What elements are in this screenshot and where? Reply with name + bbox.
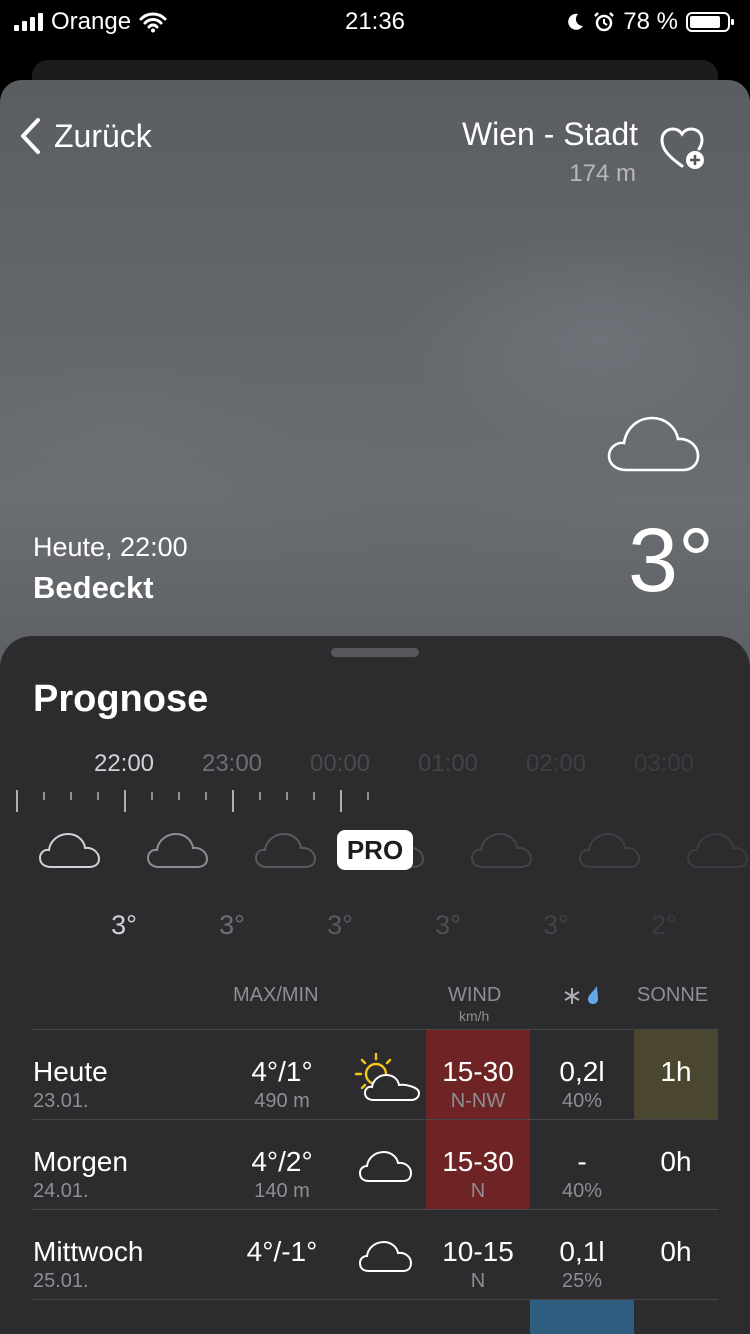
sunshine-hours: 1h [660,1056,692,1087]
wind-direction: N-NW [450,1090,506,1112]
back-label: Zurück [54,117,152,154]
snowline: 490 m [254,1090,310,1112]
wind-direction: N [470,1180,486,1202]
day-date: 23.01. [33,1090,89,1112]
day-name: Mittwoch [33,1236,144,1267]
hour-label: 23:00 [201,750,263,777]
timeline-tick [124,790,126,812]
weather-hero: Zurück Wien - Stadt 174 m Heute, 22:00 B… [0,80,750,680]
table-row[interactable]: Heute 23.01. 4°/1° 490 m 15-30 N-NW 0,2l… [0,1030,750,1120]
timeline-tick [313,792,315,800]
forecast-sheet[interactable]: Prognose 22:00 23:00 00:00 01:00 02:00 0… [0,636,750,1334]
max-min-temp: 4°/-1° [246,1236,318,1267]
hour-temperature: 3° [327,910,353,940]
timeline-tick [43,792,45,800]
wind-speed: 10-15 [442,1236,514,1267]
hourly-timeline[interactable]: 22:00 23:00 00:00 01:00 02:00 03:00 [0,750,750,780]
timeline-tick [340,790,342,812]
timeline-tick [70,792,72,800]
day-date: 25.01. [33,1270,89,1292]
status-right: 78 % [565,8,734,36]
column-header-wind: WIND [448,984,502,1006]
hour-label: 22:00 [93,750,155,777]
wind-speed: 15-30 [442,1056,514,1087]
snowline: 140 m [254,1180,310,1202]
timeline-tick [16,790,18,812]
current-temperature: 3° [627,511,714,611]
sun-cloud-icon [354,1052,421,1101]
cloud-icon [358,1150,413,1182]
sunshine-hours: 0h [660,1146,692,1177]
timeline-tick [178,792,180,800]
cloud-icon [686,832,749,868]
hour-temperature: 3° [111,910,137,940]
precipitation: 0,2l [559,1056,605,1087]
timeline-tick [97,792,99,800]
current-condition: Bedeckt [33,570,154,605]
status-bar: Orange 21:36 78 % [0,0,750,44]
back-button[interactable]: Zurück [18,116,152,156]
battery-icon [686,12,734,32]
precipitation-probability: 40% [561,1180,603,1202]
city-name: Wien - Stadt [461,116,638,152]
table-row[interactable] [0,1300,750,1334]
timeline-tick [286,792,288,800]
cloud-icon [254,832,317,868]
raindrop-icon [588,986,598,1004]
hour-label: 00:00 [309,750,371,777]
timeline-tick [151,792,153,800]
timeline-tick [259,792,261,800]
moon-icon [568,13,584,30]
max-min-temp: 4°/2° [251,1146,313,1177]
max-min-temp: 4°/1° [251,1056,313,1087]
hour-temperature: 3° [543,910,569,940]
table-row[interactable]: Mittwoch 25.01. 4°/-1° 10-15 N 0,1l 25% … [0,1210,750,1300]
wind-speed: 15-30 [442,1146,514,1177]
cloud-icon [358,1240,413,1272]
add-favorite-heart-icon[interactable] [658,124,708,174]
table-row[interactable]: Morgen 24.01. 4°/2° 140 m 15-30 N - 40% … [0,1120,750,1210]
hour-temperature: 2° [651,910,677,940]
hour-label: 03:00 [633,750,695,777]
day-date: 24.01. [33,1180,89,1202]
hour-temperature: 3° [435,910,461,940]
cloud-icon [607,416,700,472]
cloud-icon [578,832,641,868]
wind-direction: N [470,1270,486,1292]
battery-percent: 78 % [623,8,678,35]
precip-highlight [530,1300,634,1334]
wind-unit: km/h [459,1008,490,1024]
column-header-maxmin: MAX/MIN [233,984,319,1006]
sheet-drag-handle[interactable] [331,648,419,657]
chevron-left-icon [21,118,40,154]
day-name: Heute [33,1056,108,1087]
cloud-icon [146,832,209,868]
forecast-time: Heute, 22:00 [33,532,188,562]
timeline-tick [232,790,234,812]
precipitation: - [577,1146,587,1177]
hour-label: 01:00 [417,750,479,777]
day-name: Morgen [33,1146,128,1177]
precipitation-probability: 25% [561,1270,603,1292]
column-header-sun: SONNE [637,984,709,1006]
timeline-ruler[interactable] [0,788,750,816]
precipitation: 0,1l [559,1236,605,1267]
alarm-icon [594,12,615,32]
hour-label: 02:00 [525,750,587,777]
timeline-tick [205,792,207,800]
precipitation-probability: 40% [561,1090,603,1112]
sunshine-hours: 0h [660,1236,692,1267]
timeline-tick [367,792,369,800]
hour-temperature: 3° [219,910,245,940]
city-altitude: 174 m [569,160,636,187]
cloud-icon [38,832,101,868]
snowflake-icon [564,988,580,1004]
pro-badge[interactable]: PRO [337,830,413,870]
forecast-title: Prognose [33,678,209,720]
cloud-icon [470,832,533,868]
